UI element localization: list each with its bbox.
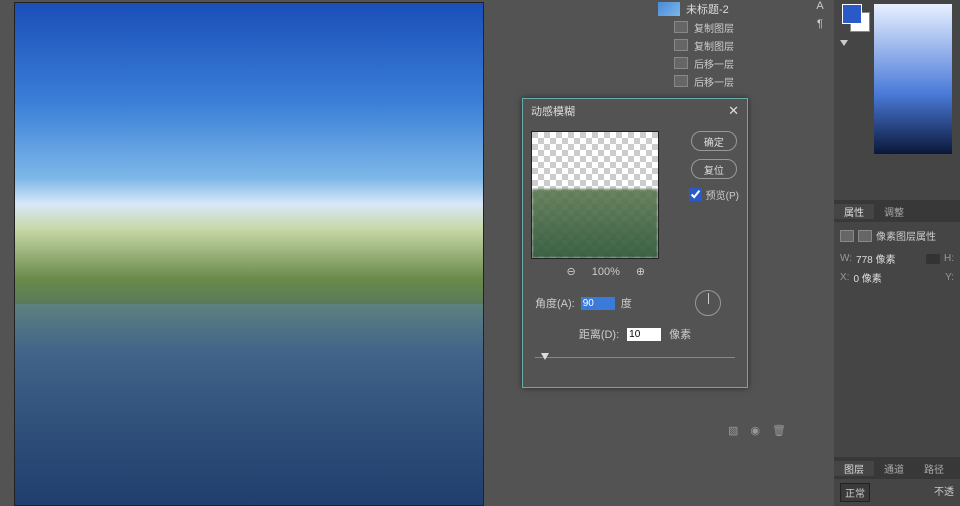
reset-button[interactable]: 复位: [691, 159, 737, 179]
layer-icon: [674, 57, 688, 69]
layer-icon: [674, 21, 688, 33]
text-tool-icon[interactable]: A: [808, 0, 832, 18]
width-label: W:: [840, 253, 852, 264]
distance-label: 距离(D):: [579, 326, 619, 342]
tab-channels[interactable]: 通道: [874, 461, 914, 476]
distance-unit: 像素: [669, 326, 691, 342]
x-value[interactable]: 0 像素: [853, 270, 941, 285]
zoom-in-icon[interactable]: ⊕: [636, 265, 645, 278]
properties-title: 像素图层属性: [876, 228, 936, 243]
angle-label: 角度(A):: [535, 295, 575, 311]
y-label: Y:: [945, 272, 954, 283]
pixel-layer-icon: [840, 230, 854, 242]
motion-blur-dialog: 动感模糊 ✕ ⊖ 100% ⊕ 确定 复位 预览(P) 角度(A): 度: [522, 98, 748, 388]
triangle-icon: [840, 40, 848, 46]
trash-icon[interactable]: 🗑: [772, 424, 786, 437]
preview-checkbox-row[interactable]: 预览(P): [689, 187, 739, 202]
ok-button[interactable]: 确定: [691, 131, 737, 151]
history-item[interactable]: 复制图层: [652, 18, 794, 36]
blend-mode-select[interactable]: 正常: [840, 483, 870, 502]
canvas[interactable]: [14, 2, 484, 506]
right-column: 属性 调整 像素图层属性 W: 778 像素 H: X: 0 像素 Y: 图层 …: [834, 0, 960, 506]
mask-icon: [858, 230, 872, 242]
x-label: X:: [840, 272, 849, 283]
tab-layers[interactable]: 图层: [834, 461, 874, 476]
link-icon[interactable]: [926, 254, 940, 264]
close-icon[interactable]: ✕: [728, 103, 739, 119]
zoom-value: 100%: [592, 266, 620, 278]
foreground-color[interactable]: [842, 4, 862, 24]
snapshot-icon[interactable]: ▧: [728, 424, 738, 437]
opacity-label: 不透: [934, 483, 954, 502]
history-item[interactable]: 后移一层: [652, 72, 794, 90]
tab-paths[interactable]: 路径: [914, 461, 954, 476]
layer-icon: [674, 39, 688, 51]
width-value[interactable]: 778 像素: [856, 251, 922, 266]
distance-input[interactable]: [627, 328, 661, 341]
document-title: 未标题-2: [686, 1, 729, 17]
angle-unit: 度: [621, 295, 632, 311]
camera-icon[interactable]: ◉: [750, 424, 760, 437]
document-thumbnail[interactable]: [658, 2, 680, 16]
tab-adjust[interactable]: 调整: [874, 204, 914, 219]
distance-slider[interactable]: [535, 352, 735, 364]
paragraph-tool-icon[interactable]: ¶: [808, 18, 832, 36]
zoom-out-icon[interactable]: ⊖: [567, 265, 576, 278]
angle-input[interactable]: [581, 297, 615, 310]
height-label: H:: [944, 253, 954, 264]
effect-preview[interactable]: [531, 131, 659, 259]
tab-properties[interactable]: 属性: [834, 204, 874, 219]
history-item[interactable]: 后移一层: [652, 54, 794, 72]
dialog-title: 动感模糊: [531, 103, 575, 119]
color-gradient[interactable]: [874, 4, 952, 154]
history-item[interactable]: 复制图层: [652, 36, 794, 54]
angle-dial[interactable]: [695, 290, 721, 316]
layer-icon: [674, 75, 688, 87]
preview-checkbox[interactable]: [689, 188, 702, 201]
